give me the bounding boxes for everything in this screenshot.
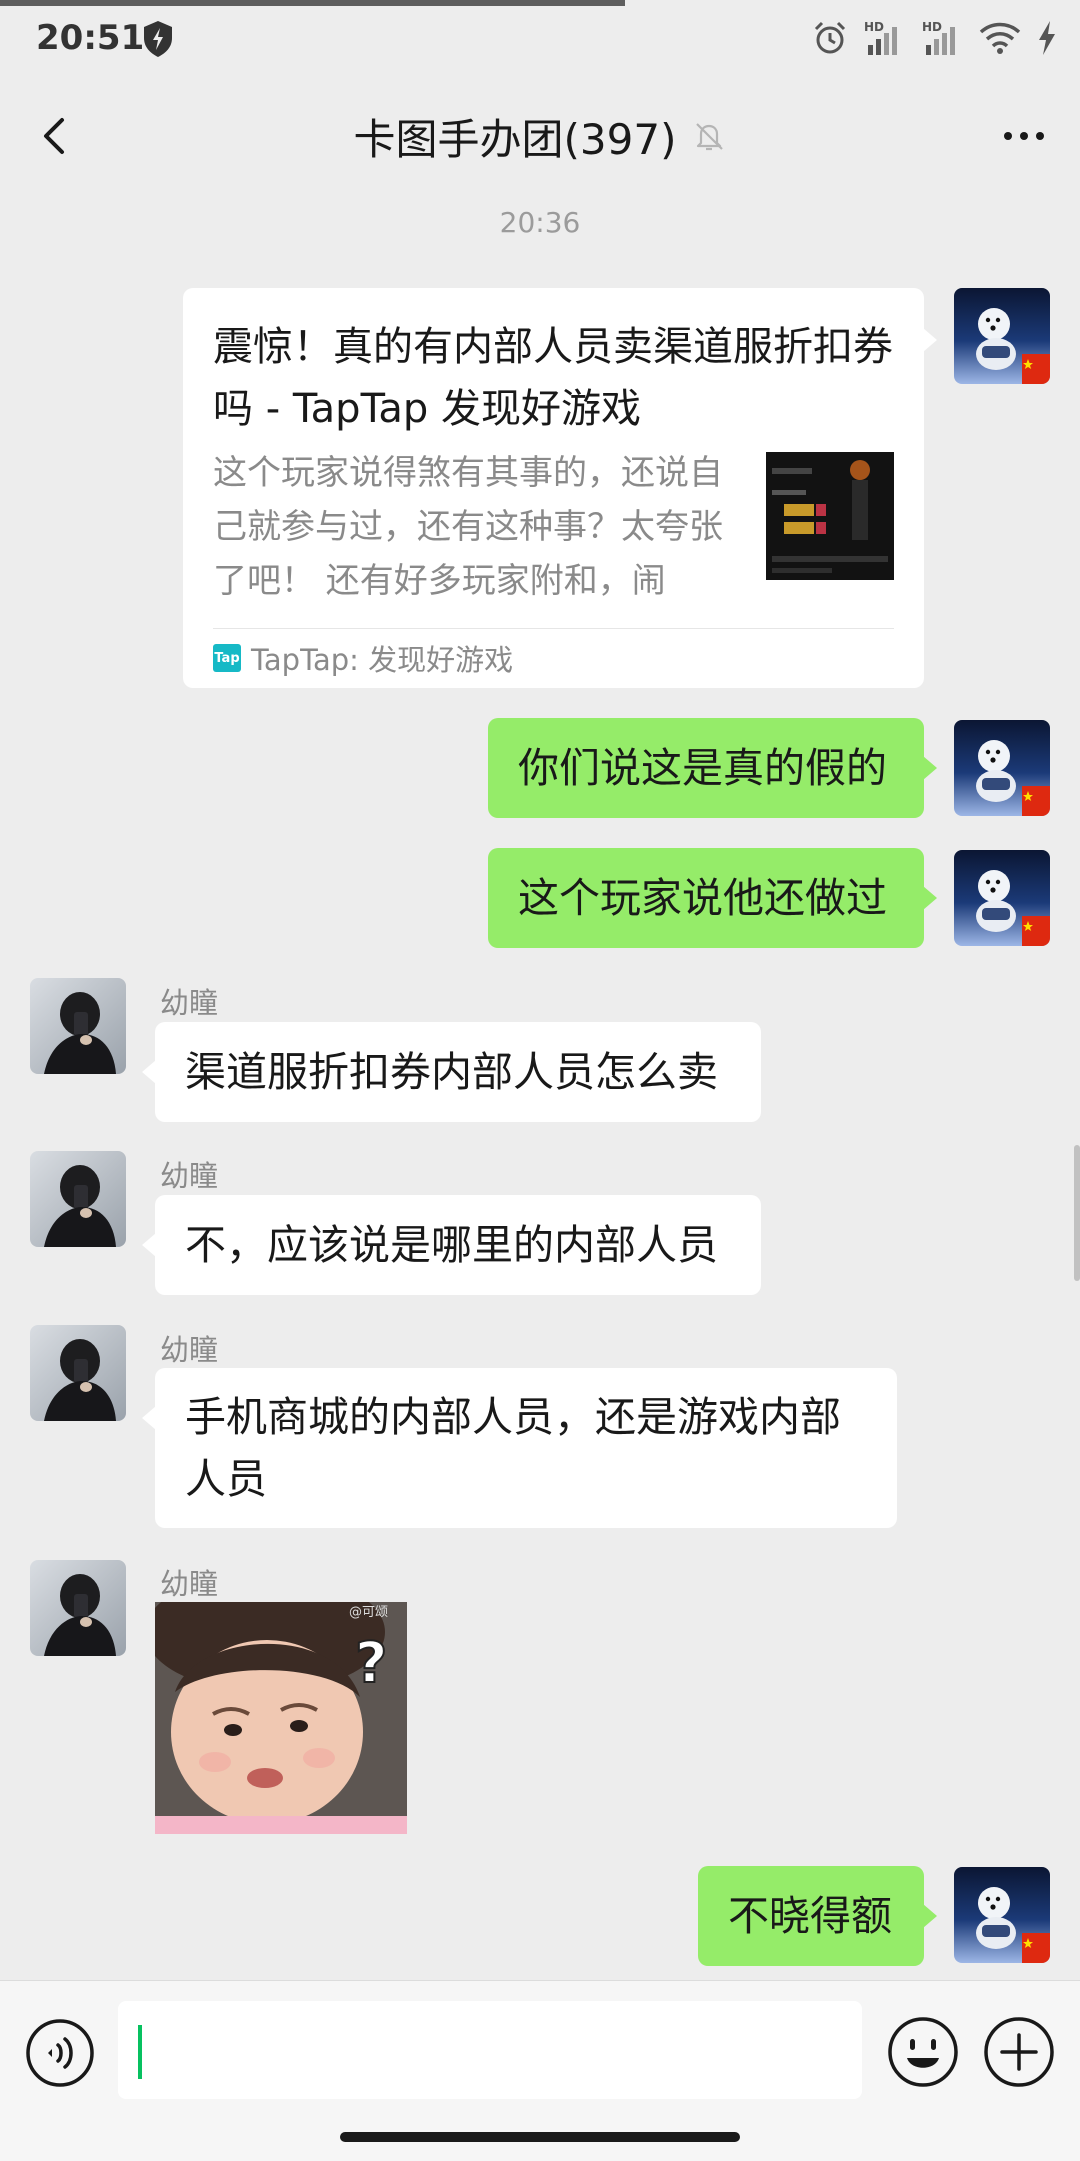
link-card-thumbnail [766,452,894,580]
network-label-2: HD [922,20,942,34]
message-input[interactable] [118,2001,862,2099]
message-text: 你们说这是真的假的 [518,744,887,792]
wifi-icon [979,22,1021,54]
chat-timestamp: 20:36 [499,206,581,239]
avatar[interactable] [954,720,1050,816]
status-time: 20:51 [36,18,145,58]
link-card-source: Tap TapTap: 发现好游戏 [213,638,513,678]
sender-name: 幼瞳 [160,1333,219,1367]
avatar[interactable] [954,288,1050,384]
more-icon[interactable] [994,108,1054,164]
alarm-icon [814,21,846,54]
chat-title: 卡图手办团(397) [353,114,677,164]
voice-icon[interactable] [24,2017,96,2089]
svg-text:?: ? [355,1631,387,1696]
message-text: 这个玩家说他还做过 [518,874,887,922]
scrollbar-thumb[interactable] [1074,1145,1080,1281]
sender-name: 幼瞳 [160,986,219,1020]
signal-icon-2: HD [922,20,955,55]
status-bar: 20:51 HD HD [0,0,1080,78]
home-indicator[interactable] [340,2132,740,2142]
message-bubble[interactable]: 不晓得额 [698,1866,937,1966]
avatar[interactable] [30,978,126,1074]
nav-bar: 卡图手办团(397) [0,78,1080,194]
battery-charging-icon [1039,21,1055,55]
avatar[interactable] [30,1560,126,1656]
message-text: 不晓得额 [728,1892,892,1940]
message-text: 不，应该说是哪里的内部人员 [185,1221,718,1269]
link-card-title: 震惊！真的有内部人员卖渠道服折扣券吗 - TapTap 发现好游戏 [213,324,893,432]
link-card-source-label: TapTap: 发现好游戏 [251,643,514,677]
message-text: 手机商城的内部人员，还是游戏内部人员 [185,1393,841,1503]
message-bubble[interactable]: 这个玩家说他还做过 [488,848,937,948]
message-bubble[interactable]: 手机商城的内部人员，还是游戏内部人员 [142,1368,897,1528]
message-text: 渠道服折扣券内部人员怎么卖 [185,1048,718,1096]
message-bubble[interactable]: 渠道服折扣券内部人员怎么卖 [142,1022,761,1122]
emoji-icon[interactable] [886,2015,960,2089]
avatar[interactable] [954,850,1050,946]
sender-name: 幼瞳 [160,1567,219,1601]
bell-off-icon [696,123,724,151]
shield-icon [144,21,172,57]
taptap-logo-icon: Tap [213,644,241,672]
avatar[interactable] [30,1151,126,1247]
message-bubble[interactable]: 不，应该说是哪里的内部人员 [142,1195,761,1295]
plus-icon[interactable] [982,2015,1056,2089]
sender-name: 幼瞳 [160,1159,219,1193]
sticker-watermark: @可颂 [349,1605,388,1620]
avatar[interactable] [30,1325,126,1421]
text-caret [138,2025,142,2079]
link-card-description: 这个玩家说得煞有其事的，还说自己就参与过，还有这种事？太夸张了吧！ 还有好多玩家… [213,453,723,601]
sticker-image[interactable]: ? @可颂 [155,1602,407,1834]
message-bubble[interactable]: 你们说这是真的假的 [488,718,937,818]
avatar[interactable] [954,1867,1050,1963]
signal-icon-1: HD [864,20,897,55]
link-card[interactable]: 震惊！真的有内部人员卖渠道服折扣券吗 - TapTap 发现好游戏 这个玩家说得… [183,288,937,688]
network-label-1: HD [864,20,884,34]
